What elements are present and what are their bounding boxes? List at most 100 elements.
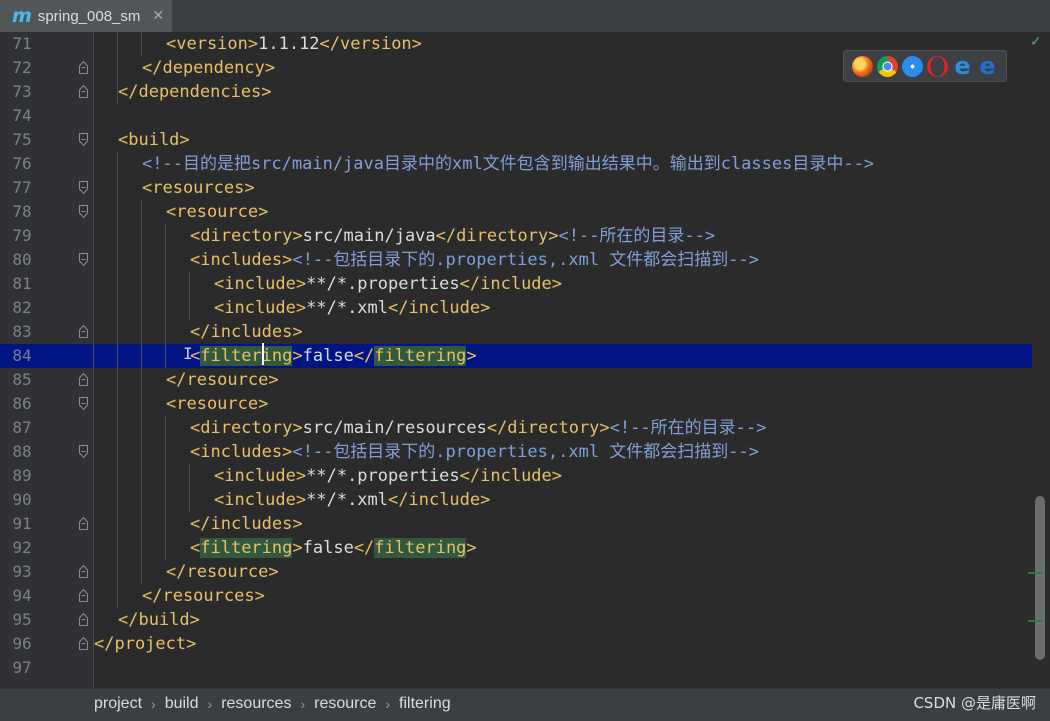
safari-icon[interactable] <box>902 55 923 77</box>
editor-tab-bar: m spring_008_sm ✕ <box>0 0 1050 33</box>
fold-end-icon[interactable] <box>79 637 88 650</box>
code-line[interactable]: 79 <directory>src/main/java</directory><!… <box>0 224 1046 248</box>
fold-end-icon[interactable] <box>79 85 88 98</box>
ie-icon[interactable]: e <box>952 54 973 78</box>
line-number[interactable]: 90 <box>0 488 44 512</box>
code-line[interactable]: 83 </includes> <box>0 320 1046 344</box>
line-number[interactable]: 93 <box>0 560 44 584</box>
line-number[interactable]: 87 <box>0 416 44 440</box>
code-line[interactable]: 92 <filtering>false</filtering> <box>0 536 1046 560</box>
breadcrumb-item[interactable]: resource <box>314 695 376 713</box>
line-number[interactable]: 73 <box>0 80 44 104</box>
change-marker[interactable] <box>1028 572 1042 574</box>
line-number[interactable]: 96 <box>0 632 44 656</box>
line-number[interactable]: 82 <box>0 296 44 320</box>
firefox-icon[interactable] <box>852 55 873 77</box>
code-line[interactable]: 81 <include>**/*.properties</include> <box>0 272 1046 296</box>
fold-end-icon[interactable] <box>79 61 88 74</box>
close-icon[interactable]: ✕ <box>152 8 164 24</box>
code-line[interactable]: 93 </resource> <box>0 560 1046 584</box>
code-line[interactable]: 82 <include>**/*.xml</include> <box>0 296 1046 320</box>
code-line[interactable]: 90 <include>**/*.xml</include> <box>0 488 1046 512</box>
line-number[interactable]: 97 <box>0 656 44 680</box>
fold-end-icon[interactable] <box>79 325 88 338</box>
line-number[interactable]: 78 <box>0 200 44 224</box>
code-line[interactable]: 91 </includes> <box>0 512 1046 536</box>
xml-tag: </build> <box>118 610 200 630</box>
xml-tag: > <box>466 538 477 558</box>
fold-end-icon[interactable] <box>79 613 88 626</box>
fold-start-icon[interactable] <box>79 397 88 410</box>
line-number[interactable]: 91 <box>0 512 44 536</box>
line-number[interactable]: 77 <box>0 176 44 200</box>
code-line[interactable]: 75 <build> <box>0 128 1046 152</box>
xml-text: src/main/java <box>302 226 436 246</box>
code-line[interactable]: 74 <box>0 104 1046 128</box>
line-number[interactable]: 80 <box>0 248 44 272</box>
line-number[interactable]: 86 <box>0 392 44 416</box>
code-line[interactable]: 86 <resource> <box>0 392 1046 416</box>
xml-text: **/*.properties <box>306 274 460 294</box>
code-text: <!--目的是把src/main/java目录中的xml文件包含到输出结果中。输… <box>142 152 874 176</box>
xml-tag: </dependency> <box>142 58 276 78</box>
fold-start-icon[interactable] <box>79 445 88 458</box>
fold-start-icon[interactable] <box>79 133 88 146</box>
indent-guide <box>117 32 118 104</box>
fold-end-icon[interactable] <box>79 373 88 386</box>
code-line[interactable]: 97 <box>0 656 1046 680</box>
line-number[interactable]: 74 <box>0 104 44 128</box>
change-marker[interactable] <box>1028 620 1042 622</box>
fold-start-icon[interactable] <box>79 253 88 266</box>
fold-end-icon[interactable] <box>79 565 88 578</box>
code-text: </resource> <box>166 560 279 584</box>
xml-tag: <resource> <box>166 394 269 414</box>
code-line[interactable]: 80 <includes><!--包括目录下的.properties,.xml 文… <box>0 248 1046 272</box>
code-text: </resource> <box>166 368 279 392</box>
fold-start-icon[interactable] <box>79 181 88 194</box>
breadcrumb-item[interactable]: build <box>165 695 199 713</box>
inspection-ok-icon[interactable]: ✓ <box>1030 34 1042 50</box>
code-line[interactable]: 88 <includes><!--包括目录下的.properties,.xml 文… <box>0 440 1046 464</box>
line-number[interactable]: 81 <box>0 272 44 296</box>
opera-icon[interactable] <box>927 55 948 77</box>
code-line[interactable]: 95 </build> <box>0 608 1046 632</box>
text-caret <box>262 343 264 365</box>
code-line[interactable]: 87 <directory>src/main/resources</directo… <box>0 416 1046 440</box>
line-number[interactable]: 95 <box>0 608 44 632</box>
code-line[interactable]: 77 <resources> <box>0 176 1046 200</box>
line-number[interactable]: 76 <box>0 152 44 176</box>
code-text: </includes> <box>190 320 303 344</box>
breadcrumb-item[interactable]: project <box>94 695 142 713</box>
xml-tag: </include> <box>388 298 491 318</box>
chrome-icon[interactable] <box>877 55 898 77</box>
line-number[interactable]: 75 <box>0 128 44 152</box>
code-line[interactable]: 94 </resources> <box>0 584 1046 608</box>
line-number[interactable]: 83 <box>0 320 44 344</box>
breadcrumb-item[interactable]: resources <box>221 695 291 713</box>
code-line-current[interactable]: 84 <filtering>false</filtering> <box>0 344 1046 368</box>
line-number[interactable]: 85 <box>0 368 44 392</box>
line-number[interactable]: 92 <box>0 536 44 560</box>
breadcrumb-item[interactable]: filtering <box>399 695 451 713</box>
file-tab[interactable]: m spring_008_sm ✕ <box>0 0 172 32</box>
code-line[interactable]: 78 <resource> <box>0 200 1046 224</box>
line-number[interactable]: 88 <box>0 440 44 464</box>
code-text: <filtering>false</filtering> <box>190 536 477 560</box>
fold-end-icon[interactable] <box>79 517 88 530</box>
scrollbar-thumb[interactable] <box>1035 496 1045 660</box>
xml-tag: </dependencies> <box>118 82 272 102</box>
edge-icon[interactable]: e <box>977 54 998 78</box>
fold-end-icon[interactable] <box>79 589 88 602</box>
code-line[interactable]: 73 </dependencies> <box>0 80 1046 104</box>
code-line[interactable]: 76 <!--目的是把src/main/java目录中的xml文件包含到输出结果中… <box>0 152 1046 176</box>
line-number[interactable]: 94 <box>0 584 44 608</box>
line-number[interactable]: 71 <box>0 32 44 56</box>
line-number[interactable]: 79 <box>0 224 44 248</box>
code-line[interactable]: 96 </project> <box>0 632 1046 656</box>
code-line[interactable]: 85 </resource> <box>0 368 1046 392</box>
line-number[interactable]: 89 <box>0 464 44 488</box>
line-number[interactable]: 72 <box>0 56 44 80</box>
code-line[interactable]: 89 <include>**/*.properties</include> <box>0 464 1046 488</box>
fold-start-icon[interactable] <box>79 205 88 218</box>
line-number[interactable]: 84 <box>0 344 44 368</box>
